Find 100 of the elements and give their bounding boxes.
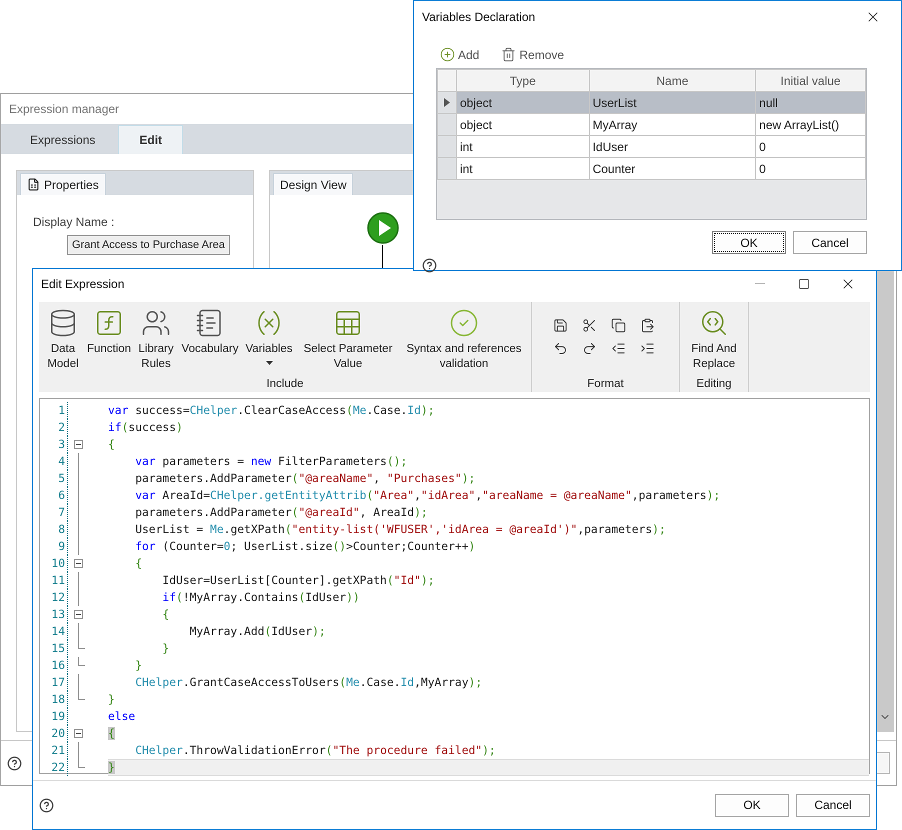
code-line: parameters.AddParameter("@areaName", "Purchases");: [134, 472, 476, 485]
line-number: 10: [50, 557, 66, 570]
table-icon: [333, 308, 363, 338]
scissors-icon: [582, 318, 596, 333]
minimize-icon: [755, 283, 765, 284]
code-line: }: [161, 642, 170, 655]
help-icon[interactable]: [7, 756, 22, 770]
line-number: 5: [57, 472, 66, 485]
group-label: Editing: [695, 378, 733, 390]
table-cell: new ArrayList(): [756, 114, 866, 136]
row-header[interactable]: [438, 92, 456, 114]
code-line: }: [108, 693, 115, 706]
display-name-field[interactable]: Grant Access to Purchase Area: [67, 235, 230, 255]
fold-icon[interactable]: [74, 559, 83, 568]
dialog-button[interactable]: OK: [712, 231, 786, 254]
outdent-icon: [610, 341, 626, 356]
undo-icon: [552, 341, 568, 356]
code-line: if(!MyArray.Contains(IdUser)): [161, 591, 360, 604]
search-icon: [699, 308, 729, 338]
code-line: if(success): [108, 421, 183, 434]
save-icon: [552, 318, 568, 333]
trash-icon: [501, 47, 516, 62]
redo-icon: [582, 341, 596, 356]
code-line: UserList = Me.getXPath("entity-list('WFUSER','idArea = @areaId')",parameters);: [134, 523, 666, 536]
code-line: CHelper.ThrowValidationError("The procedure failed");: [134, 744, 496, 757]
window-title: Variables Declaration: [422, 10, 536, 24]
line-number: 13: [50, 608, 66, 621]
table-cell: MyArray: [589, 114, 756, 136]
table-cell: 0: [756, 136, 866, 158]
code-line: for (Counter=0; UserList.size()>Counter;Counter++): [134, 540, 476, 553]
add-button[interactable]: Add: [440, 47, 480, 62]
ribbon-button[interactable]: Function: [87, 308, 131, 378]
line-number: 2: [57, 421, 66, 434]
tab[interactable]: Expressions: [9, 125, 116, 154]
line-number: 12: [50, 591, 66, 604]
help-icon[interactable]: [39, 798, 54, 812]
code-line: {: [161, 608, 170, 621]
check-circle-icon: [449, 308, 479, 338]
dialog-button[interactable]: OK: [715, 794, 789, 816]
database-icon: [48, 308, 78, 338]
column-header[interactable]: Initial value: [756, 70, 866, 92]
line-number: 22: [50, 761, 66, 774]
line-number: 15: [50, 642, 66, 655]
fold-icon[interactable]: [74, 729, 83, 738]
properties-tab[interactable]: Properties: [20, 173, 106, 195]
table-cell: int: [456, 158, 590, 180]
code-line: CHelper.GrantCaseAccessToUsers(Me.Case.Id,MyArray);: [134, 676, 482, 689]
help-icon[interactable]: [422, 258, 437, 272]
line-number: 3: [57, 438, 66, 451]
line-number: 9: [57, 540, 66, 553]
code-line: IdUser=UserList[Counter].getXPath("Id");: [161, 574, 434, 587]
code-line: {: [108, 438, 115, 451]
table-cell: 0: [756, 158, 866, 180]
line-number: 1: [57, 404, 66, 417]
line-number: 17: [50, 676, 66, 689]
fold-icon[interactable]: [74, 440, 83, 449]
code-editor[interactable]: [39, 398, 870, 774]
ribbon-button[interactable]: Vocabulary: [181, 308, 239, 378]
field-label: Display Name :: [33, 215, 116, 229]
code-line: var AreaId=CHelper.getEntityAttrib("Area","idArea","areaName = @areaName",parameters);: [134, 489, 720, 502]
ribbon-button[interactable]: Select Parameter Value: [299, 308, 397, 378]
copy-icon: [610, 318, 626, 333]
table-cell: object: [456, 114, 590, 136]
fold-icon[interactable]: [74, 610, 83, 619]
document-icon: [27, 178, 40, 191]
dialog-button[interactable]: Cancel: [793, 231, 867, 254]
indent-icon: [640, 341, 654, 356]
people-icon: [141, 308, 171, 338]
line-number: 20: [50, 727, 66, 740]
line-number: 8: [57, 523, 66, 536]
code-line: var success=CHelper.ClearCaseAccess(Me.Case.Id);: [108, 404, 435, 417]
ribbon-button[interactable]: Find And Replace: [684, 308, 744, 378]
line-number: 7: [57, 506, 66, 519]
window-title: Edit Expression: [41, 276, 124, 290]
table-cell: object: [456, 92, 590, 114]
ribbon-button[interactable]: Data Model: [43, 308, 83, 378]
line-number: 11: [50, 574, 66, 587]
ribbon-button[interactable]: Library Rules: [135, 308, 177, 378]
table-cell: UserList: [589, 92, 756, 114]
line-number: 21: [50, 744, 66, 757]
remove-button[interactable]: Remove: [501, 47, 564, 62]
design-view-tab[interactable]: Design View: [273, 173, 354, 195]
code-line: parameters.AddParameter("@areaId", AreaId);: [134, 506, 428, 519]
line-number: 19: [50, 710, 66, 723]
table-cell: Counter: [589, 158, 756, 180]
line-number: 16: [50, 659, 66, 672]
window-title: Expression manager: [9, 102, 120, 116]
line-number: 6: [57, 489, 66, 502]
table-cell: int: [456, 136, 590, 158]
plus-circle-icon: [440, 47, 455, 62]
column-header[interactable]: Name: [589, 70, 756, 92]
ribbon-button[interactable]: Syntax and references validation: [401, 308, 527, 378]
group-label: Include: [265, 378, 305, 390]
ribbon-button[interactable]: Variables: [243, 308, 295, 378]
dialog-button[interactable]: Cancel: [796, 794, 870, 816]
code-line: var parameters = new FilterParameters();: [134, 455, 408, 468]
tab[interactable]: Edit: [118, 125, 184, 154]
tab-label: Properties: [44, 178, 99, 192]
column-header[interactable]: Type: [456, 70, 590, 92]
function-icon: [94, 308, 124, 338]
